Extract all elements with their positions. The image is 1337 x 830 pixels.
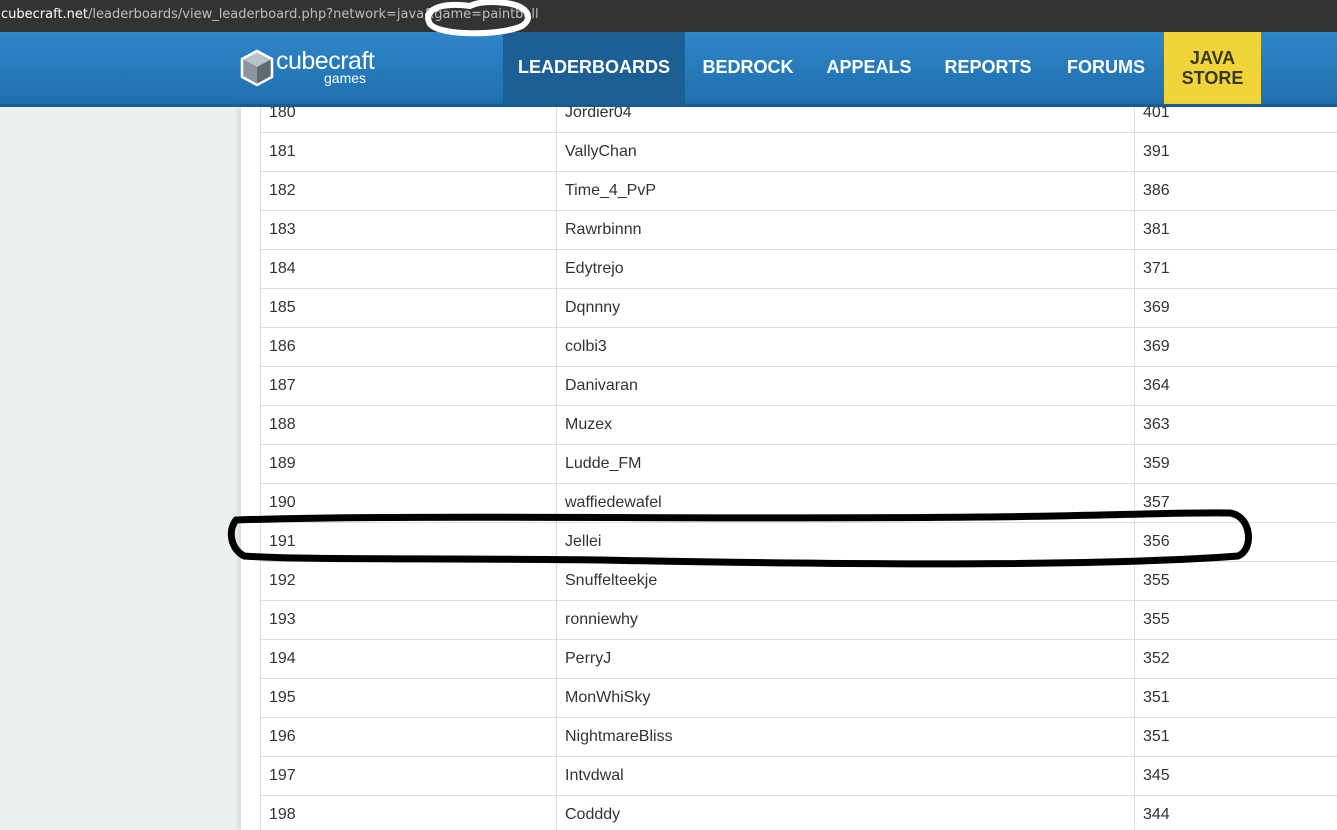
store-label-line1: JAVA [1189, 48, 1236, 68]
leaderboard-table: 180 Jordier04 401 181 VallyChan 391 182 Time_4_… [260, 107, 1337, 830]
url-host: cubecraft.net [1, 7, 89, 22]
rank-cell: 188 [260, 405, 557, 445]
nav-bedrock[interactable]: BEDROCK [696, 32, 800, 104]
player-name-cell: NightmareBliss [556, 717, 1135, 757]
nav-reports[interactable]: REPORTS [938, 32, 1038, 104]
player-name-cell: colbi3 [556, 327, 1135, 367]
leaderboard-panel: 180 Jordier04 401 181 VallyChan 391 182 Time_4_… [241, 107, 1337, 830]
nav-java-store[interactable]: JAVA STORE [1164, 32, 1261, 104]
table-row: 192 Snuffelteekje 355 [260, 561, 1337, 601]
table-row: 181 VallyChan 391 [260, 132, 1337, 172]
score-cell: 352 [1134, 639, 1337, 679]
nav-leaderboards[interactable]: LEADERBOARDS [503, 32, 685, 104]
score-cell: 391 [1134, 132, 1337, 172]
player-name-cell: Codddy [556, 795, 1135, 830]
score-cell: 381 [1134, 210, 1337, 250]
score-cell: 355 [1134, 561, 1337, 601]
score-cell: 356 [1134, 522, 1337, 562]
rank-cell: 191 [260, 522, 557, 562]
player-name-cell: waffiedewafel [556, 483, 1135, 523]
table-row: 189 Ludde_FM 359 [260, 444, 1337, 484]
player-name-cell: PerryJ [556, 639, 1135, 679]
table-row: 180 Jordier04 401 [260, 107, 1337, 133]
rank-cell: 185 [260, 288, 557, 328]
table-row: 185 Dqnnny 369 [260, 288, 1337, 328]
rank-cell: 183 [260, 210, 557, 250]
player-name-cell: ronniewhy [556, 600, 1135, 640]
rank-cell: 182 [260, 171, 557, 211]
site-navbar: cubecraft games LEADERBOARDS BEDROCK APP… [0, 32, 1337, 107]
table-row: 187 Danivaran 364 [260, 366, 1337, 406]
rank-cell: 197 [260, 756, 557, 796]
rank-cell: 189 [260, 444, 557, 484]
table-row: 196 NightmareBliss 351 [260, 717, 1337, 757]
rank-cell: 192 [260, 561, 557, 601]
player-name-cell: Rawrbinnn [556, 210, 1135, 250]
score-cell: 386 [1134, 171, 1337, 211]
player-name-cell: Ludde_FM [556, 444, 1135, 484]
table-row: 183 Rawrbinnn 381 [260, 210, 1337, 250]
table-row: 197 Intvdwal 345 [260, 756, 1337, 796]
rank-cell: 190 [260, 483, 557, 523]
table-row: 191 Jellei 356 [260, 522, 1337, 562]
logo-subtitle: games [324, 70, 367, 86]
address-bar[interactable]: cubecraft.net/leaderboards/view_leaderbo… [0, 0, 1337, 32]
table-row: 190 waffiedewafel 357 [260, 483, 1337, 523]
player-name-cell: Time_4_PvP [556, 171, 1135, 211]
player-name-cell: Dqnnny [556, 288, 1135, 328]
score-cell: 357 [1134, 483, 1337, 523]
score-cell: 355 [1134, 600, 1337, 640]
score-cell: 401 [1134, 107, 1337, 133]
score-cell: 363 [1134, 405, 1337, 445]
rank-cell: 194 [260, 639, 557, 679]
rank-cell: 196 [260, 717, 557, 757]
table-row: 198 Codddy 344 [260, 795, 1337, 830]
rank-cell: 187 [260, 366, 557, 406]
rank-cell: 180 [260, 107, 557, 133]
table-row: 194 PerryJ 352 [260, 639, 1337, 679]
leaderboard-rows: 180 Jordier04 401 181 VallyChan 391 182 Time_4_… [260, 107, 1337, 830]
score-cell: 359 [1134, 444, 1337, 484]
score-cell: 364 [1134, 366, 1337, 406]
score-cell: 345 [1134, 756, 1337, 796]
score-cell: 369 [1134, 288, 1337, 328]
nav-appeals[interactable]: APPEALS [820, 32, 918, 104]
player-name-cell: Danivaran [556, 366, 1135, 406]
player-name-cell: Jordier04 [556, 107, 1135, 133]
rank-cell: 195 [260, 678, 557, 718]
rank-cell: 198 [260, 795, 557, 830]
rank-cell: 193 [260, 600, 557, 640]
player-name-cell: MonWhiSky [556, 678, 1135, 718]
player-name-cell: VallyChan [556, 132, 1135, 172]
score-cell: 371 [1134, 249, 1337, 289]
score-cell: 351 [1134, 678, 1337, 718]
score-cell: 351 [1134, 717, 1337, 757]
rank-cell: 184 [260, 249, 557, 289]
table-row: 186 colbi3 369 [260, 327, 1337, 367]
table-row: 182 Time_4_PvP 386 [260, 171, 1337, 211]
player-name-cell: Intvdwal [556, 756, 1135, 796]
store-label-line2: STORE [1181, 68, 1244, 88]
player-name-cell: Edytrejo [556, 249, 1135, 289]
player-name-cell: Muzex [556, 405, 1135, 445]
rank-cell: 186 [260, 327, 557, 367]
url-path: /leaderboards/view_leaderboard.php?netwo… [88, 7, 539, 22]
score-cell: 369 [1134, 327, 1337, 367]
cube-logo-icon [240, 49, 274, 87]
rank-cell: 181 [260, 132, 557, 172]
player-name-cell: Jellei [556, 522, 1135, 562]
player-name-cell: Snuffelteekje [556, 561, 1135, 601]
score-cell: 344 [1134, 795, 1337, 830]
table-row: 193 ronniewhy 355 [260, 600, 1337, 640]
table-row: 184 Edytrejo 371 [260, 249, 1337, 289]
nav-forums[interactable]: FORUMS [1058, 32, 1154, 104]
table-row: 188 Muzex 363 [260, 405, 1337, 445]
table-row: 195 MonWhiSky 351 [260, 678, 1337, 718]
